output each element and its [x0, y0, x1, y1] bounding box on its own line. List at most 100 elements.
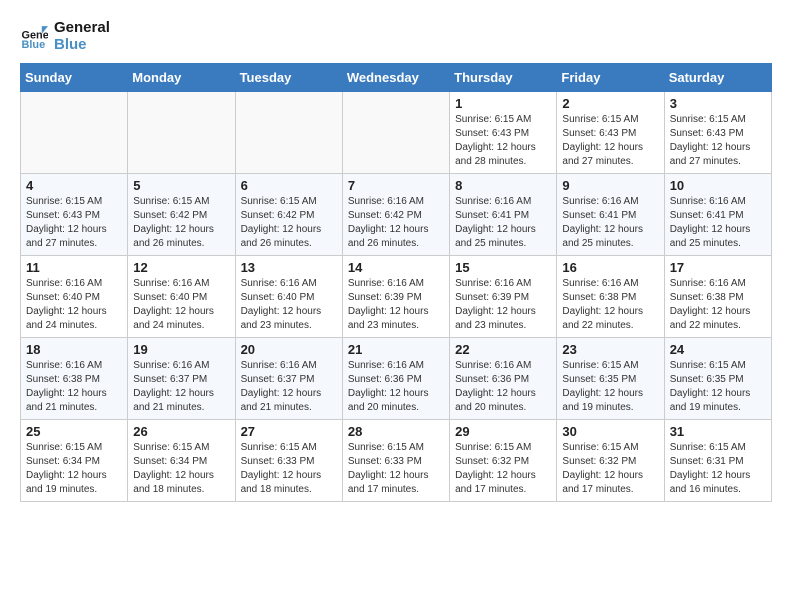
calendar-cell: 30 Sunrise: 6:15 AM Sunset: 6:32 PM Dayli… — [557, 420, 664, 502]
calendar-cell: 21Sunrise: 6:16 AM Sunset: 6:36 PM Dayli… — [342, 338, 449, 420]
day-number: 2 — [562, 96, 658, 111]
day-number: 6 — [241, 178, 337, 193]
svg-text:Blue: Blue — [22, 38, 46, 50]
calendar-table: SundayMondayTuesdayWednesdayThursdayFrid… — [20, 63, 772, 502]
day-content: Sunrise: 6:15 AM Sunset: 6:42 PM Dayligh… — [133, 195, 229, 251]
day-number: 20 — [241, 342, 337, 357]
calendar-cell: 25Sunrise: 6:15 AM Sunset: 6:34 PM Dayli… — [21, 420, 128, 502]
day-number: 4 — [26, 178, 122, 193]
day-content: Sunrise: 6:15 AM Sunset: 6:35 PM Dayligh… — [562, 359, 658, 415]
day-content: Sunrise: 6:15 AM Sunset: 6:43 PM Dayligh… — [670, 113, 766, 169]
calendar-week-row: 18Sunrise: 6:16 AM Sunset: 6:38 PM Dayli… — [21, 338, 772, 420]
day-content: Sunrise: 6:15 AM Sunset: 6:33 PM Dayligh… — [348, 441, 444, 497]
weekday-header-cell: Tuesday — [235, 64, 342, 92]
day-number: 29 — [455, 424, 551, 439]
calendar-week-row: 25 Sunrise: 6:15 AM Sunset: 6:34 PM Dayli… — [21, 420, 772, 502]
calendar-cell: 29 Sunrise: 6:15 AM Sunset: 6:32 PM Dayli… — [450, 420, 557, 502]
day-number: 8 — [455, 178, 551, 193]
day-number: 9 — [562, 178, 658, 193]
day-content: Sunrise: 6:16 AM Sunset: 6:38 PM Dayligh… — [562, 277, 658, 333]
day-content: Sunrise: 6:15 AM Sunset: 6:43 PM Dayligh… — [26, 195, 122, 251]
calendar-cell: 23 Sunrise: 6:15 AM Sunset: 6:35 PM Dayli… — [557, 338, 664, 420]
calendar-cell: 31 Sunrise: 6:15 AM Sunset: 6:31 PM Dayli… — [664, 420, 771, 502]
calendar-body: 1 Sunrise: 6:15 AM Sunset: 6:43 PM Daylig… — [21, 92, 772, 502]
day-number: 27 — [241, 424, 337, 439]
day-number: 25 — [26, 424, 122, 439]
calendar-cell: 27 Sunrise: 6:15 AM Sunset: 6:33 PM Dayli… — [235, 420, 342, 502]
day-content: Sunrise: 6:16 AM Sunset: 6:39 PM Dayligh… — [348, 277, 444, 333]
weekday-header-cell: Monday — [128, 64, 235, 92]
weekday-header-row: SundayMondayTuesdayWednesdayThursdayFrid… — [21, 64, 772, 92]
calendar-cell: 12 Sunrise: 6:16 AM Sunset: 6:40 PM Dayli… — [128, 256, 235, 338]
calendar-cell: 16 Sunrise: 6:16 AM Sunset: 6:38 PM Dayli… — [557, 256, 664, 338]
calendar-week-row: 11 Sunrise: 6:16 AM Sunset: 6:40 PM Dayli… — [21, 256, 772, 338]
day-number: 11 — [26, 260, 122, 275]
day-content: Sunrise: 6:16 AM Sunset: 6:37 PM Dayligh… — [241, 359, 337, 415]
day-number: 26 — [133, 424, 229, 439]
calendar-cell: 3 Sunrise: 6:15 AM Sunset: 6:43 PM Daylig… — [664, 92, 771, 174]
calendar-cell: 13 Sunrise: 6:16 AM Sunset: 6:40 PM Dayli… — [235, 256, 342, 338]
day-number: 5 — [133, 178, 229, 193]
day-number: 17 — [670, 260, 766, 275]
weekday-header-cell: Wednesday — [342, 64, 449, 92]
day-number: 13 — [241, 260, 337, 275]
day-content: Sunrise: 6:15 AM Sunset: 6:32 PM Dayligh… — [455, 441, 551, 497]
day-number: 15 — [455, 260, 551, 275]
calendar-cell — [342, 92, 449, 174]
day-content: Sunrise: 6:15 AM Sunset: 6:43 PM Dayligh… — [562, 113, 658, 169]
day-number: 1 — [455, 96, 551, 111]
day-content: Sunrise: 6:16 AM Sunset: 6:37 PM Dayligh… — [133, 359, 229, 415]
calendar-cell: 14 Sunrise: 6:16 AM Sunset: 6:39 PM Dayli… — [342, 256, 449, 338]
day-number: 16 — [562, 260, 658, 275]
page-header: General Blue General Blue — [20, 20, 772, 53]
day-number: 10 — [670, 178, 766, 193]
day-number: 14 — [348, 260, 444, 275]
calendar-cell: 7Sunrise: 6:16 AM Sunset: 6:42 PM Daylig… — [342, 174, 449, 256]
calendar-cell: 9 Sunrise: 6:16 AM Sunset: 6:41 PM Daylig… — [557, 174, 664, 256]
day-number: 19 — [133, 342, 229, 357]
calendar-cell: 24 Sunrise: 6:15 AM Sunset: 6:35 PM Dayli… — [664, 338, 771, 420]
calendar-cell: 6 Sunrise: 6:15 AM Sunset: 6:42 PM Daylig… — [235, 174, 342, 256]
calendar-cell: 26 Sunrise: 6:15 AM Sunset: 6:34 PM Dayli… — [128, 420, 235, 502]
calendar-cell: 5 Sunrise: 6:15 AM Sunset: 6:42 PM Daylig… — [128, 174, 235, 256]
logo-line1: General — [54, 20, 110, 37]
day-number: 23 — [562, 342, 658, 357]
day-number: 3 — [670, 96, 766, 111]
day-content: Sunrise: 6:16 AM Sunset: 6:38 PM Dayligh… — [670, 277, 766, 333]
day-number: 24 — [670, 342, 766, 357]
day-content: Sunrise: 6:15 AM Sunset: 6:31 PM Dayligh… — [670, 441, 766, 497]
day-content: Sunrise: 6:15 AM Sunset: 6:35 PM Dayligh… — [670, 359, 766, 415]
weekday-header-cell: Thursday — [450, 64, 557, 92]
calendar-cell: 17 Sunrise: 6:16 AM Sunset: 6:38 PM Dayli… — [664, 256, 771, 338]
calendar-cell: 18Sunrise: 6:16 AM Sunset: 6:38 PM Dayli… — [21, 338, 128, 420]
day-number: 30 — [562, 424, 658, 439]
calendar-cell — [235, 92, 342, 174]
day-content: Sunrise: 6:15 AM Sunset: 6:34 PM Dayligh… — [133, 441, 229, 497]
calendar-cell — [128, 92, 235, 174]
weekday-header-cell: Saturday — [664, 64, 771, 92]
day-content: Sunrise: 6:16 AM Sunset: 6:40 PM Dayligh… — [133, 277, 229, 333]
day-number: 12 — [133, 260, 229, 275]
day-content: Sunrise: 6:15 AM Sunset: 6:43 PM Dayligh… — [455, 113, 551, 169]
calendar-cell: 11 Sunrise: 6:16 AM Sunset: 6:40 PM Dayli… — [21, 256, 128, 338]
day-number: 7 — [348, 178, 444, 193]
day-content: Sunrise: 6:15 AM Sunset: 6:33 PM Dayligh… — [241, 441, 337, 497]
day-number: 31 — [670, 424, 766, 439]
day-content: Sunrise: 6:16 AM Sunset: 6:41 PM Dayligh… — [670, 195, 766, 251]
day-number: 18 — [26, 342, 122, 357]
calendar-week-row: 1 Sunrise: 6:15 AM Sunset: 6:43 PM Daylig… — [21, 92, 772, 174]
day-content: Sunrise: 6:16 AM Sunset: 6:40 PM Dayligh… — [26, 277, 122, 333]
logo-icon: General Blue — [20, 23, 48, 51]
calendar-cell: 22Sunrise: 6:16 AM Sunset: 6:36 PM Dayli… — [450, 338, 557, 420]
day-content: Sunrise: 6:15 AM Sunset: 6:42 PM Dayligh… — [241, 195, 337, 251]
calendar-cell: 28Sunrise: 6:15 AM Sunset: 6:33 PM Dayli… — [342, 420, 449, 502]
day-content: Sunrise: 6:16 AM Sunset: 6:40 PM Dayligh… — [241, 277, 337, 333]
calendar-cell: 2 Sunrise: 6:15 AM Sunset: 6:43 PM Daylig… — [557, 92, 664, 174]
day-content: Sunrise: 6:16 AM Sunset: 6:41 PM Dayligh… — [455, 195, 551, 251]
calendar-cell: 1 Sunrise: 6:15 AM Sunset: 6:43 PM Daylig… — [450, 92, 557, 174]
calendar-week-row: 4 Sunrise: 6:15 AM Sunset: 6:43 PM Daylig… — [21, 174, 772, 256]
weekday-header-cell: Friday — [557, 64, 664, 92]
day-content: Sunrise: 6:15 AM Sunset: 6:32 PM Dayligh… — [562, 441, 658, 497]
day-content: Sunrise: 6:16 AM Sunset: 6:41 PM Dayligh… — [562, 195, 658, 251]
calendar-cell: 8 Sunrise: 6:16 AM Sunset: 6:41 PM Daylig… — [450, 174, 557, 256]
